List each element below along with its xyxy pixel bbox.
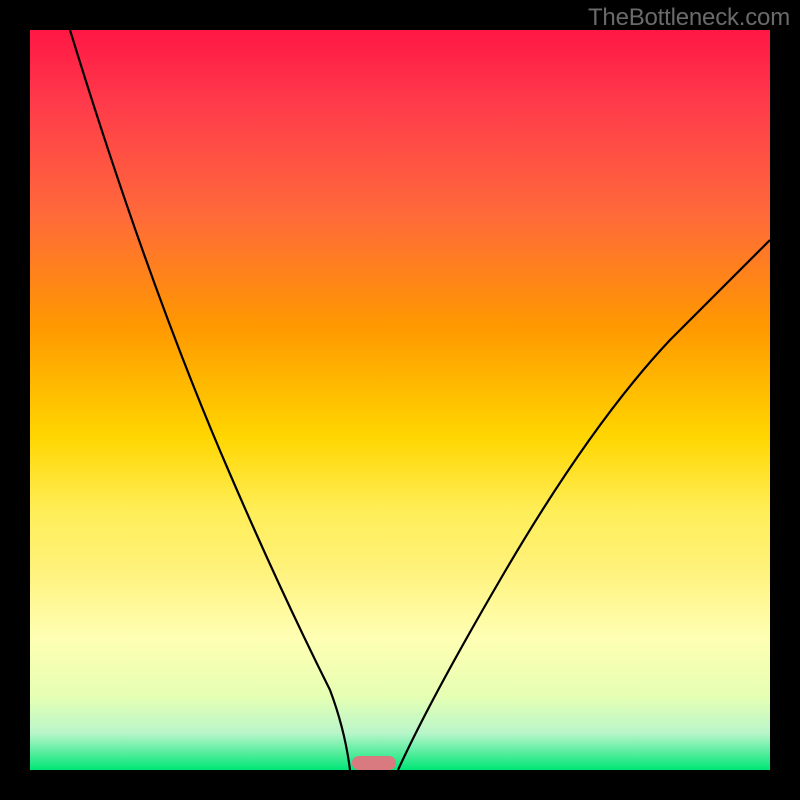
gradient-plot-area: [30, 30, 770, 770]
watermark-text: TheBottleneck.com: [588, 4, 790, 32]
bottleneck-marker: [352, 756, 396, 770]
chart-frame: TheBottleneck.com: [0, 0, 800, 800]
